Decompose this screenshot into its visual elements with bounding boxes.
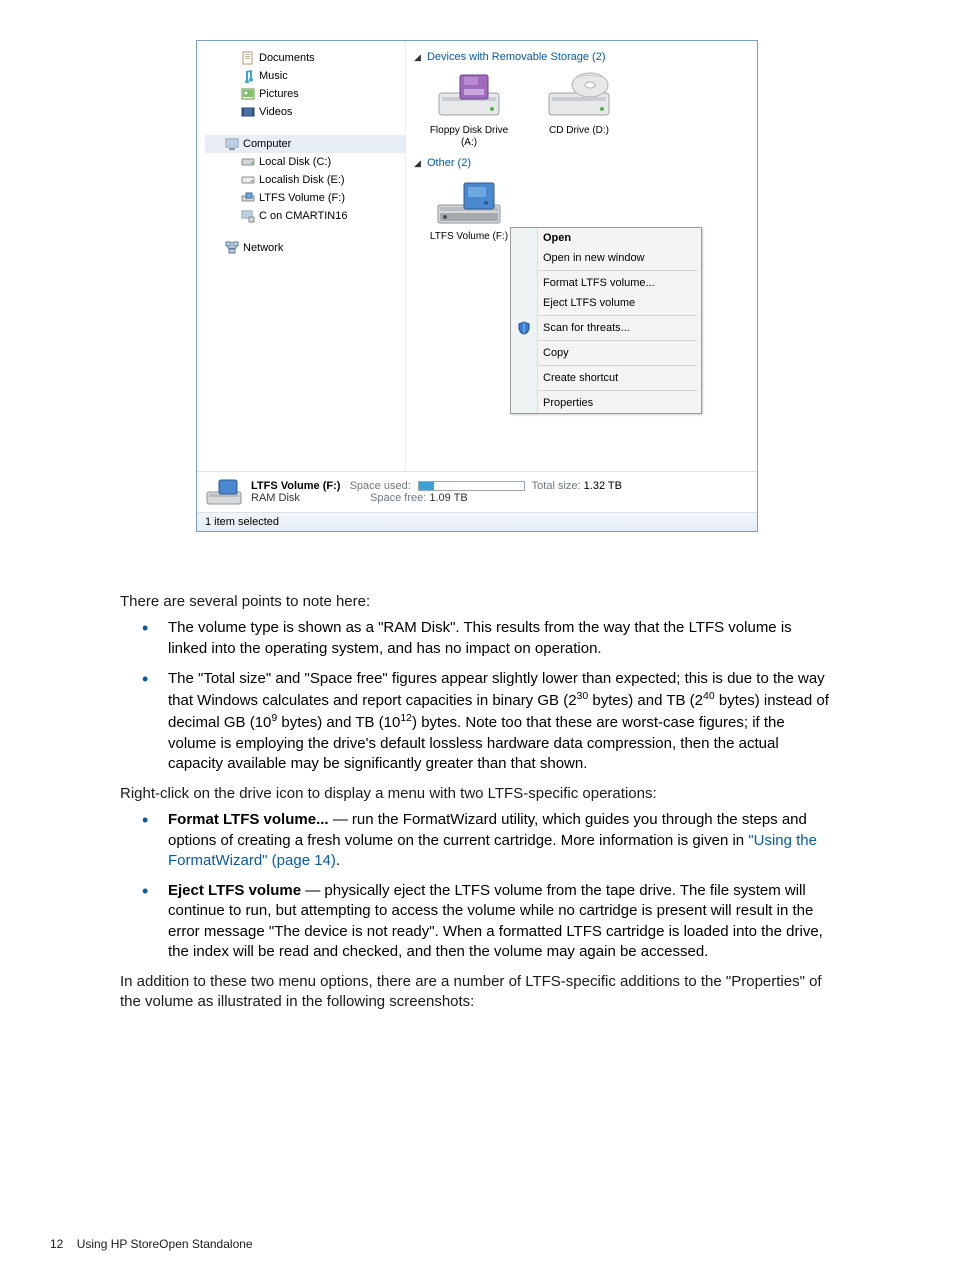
videos-icon	[241, 105, 255, 119]
bullet-format: Format LTFS volume... — run the FormatWi…	[154, 810, 834, 871]
nav-label: LTFS Volume (F:)	[259, 192, 345, 204]
nav-label: Documents	[259, 52, 315, 64]
nav-item-local-disk-c[interactable]: Local Disk (C:)	[205, 153, 405, 171]
nav-item-music[interactable]: Music	[205, 67, 405, 85]
menu-properties[interactable]: Properties	[511, 393, 701, 413]
drive-item-cd-d[interactable]: CD Drive (D:)	[534, 71, 624, 149]
group-label: Other (2)	[427, 157, 471, 169]
drive-label: LTFS Volume (F:)	[430, 231, 508, 242]
space-free-label: Space free:	[370, 492, 426, 504]
pictures-icon	[241, 87, 255, 101]
details-type: RAM Disk	[251, 492, 300, 504]
drive-item-ltfs-f[interactable]: LTFS Volume (F:)	[424, 177, 514, 243]
nav-item-ltfs-volume-f[interactable]: LTFS Volume (F:)	[205, 189, 405, 207]
nav-item-localish-disk-e[interactable]: Localish Disk (E:)	[205, 171, 405, 189]
space-used-label: Space used:	[350, 480, 411, 492]
document-icon	[241, 51, 255, 65]
collapse-icon: ◢	[414, 158, 421, 169]
tape-drive-icon	[241, 191, 255, 205]
nav-item-computer[interactable]: Computer	[205, 135, 405, 153]
ltfs-drive-icon	[205, 478, 243, 506]
nav-item-videos[interactable]: Videos	[205, 103, 405, 121]
nav-item-documents[interactable]: Documents	[205, 49, 405, 67]
page-number: 12	[50, 1237, 63, 1251]
context-menu: Open Open in new window Format LTFS volu…	[510, 227, 702, 414]
nav-label: Music	[259, 70, 288, 82]
group-other-header[interactable]: ◢ Other (2)	[414, 155, 749, 171]
floppy-drive-icon	[434, 71, 504, 121]
nav-item-pictures[interactable]: Pictures	[205, 85, 405, 103]
music-icon	[241, 69, 255, 83]
hdd-icon	[241, 173, 255, 187]
nav-label: C on CMARTIN16	[259, 210, 347, 222]
menu-copy[interactable]: Copy	[511, 343, 701, 363]
status-bar: 1 item selected	[197, 512, 757, 531]
page-footer: 12 Using HP StoreOpen Standalone	[50, 1237, 253, 1251]
shield-icon	[517, 321, 531, 335]
nav-pane: Documents Music Pictures	[197, 41, 406, 471]
paragraph-outro: In addition to these two menu options, t…	[120, 972, 834, 1013]
menu-format-ltfs[interactable]: Format LTFS volume...	[511, 273, 701, 293]
bullet-eject: Eject LTFS volume — physically eject the…	[154, 881, 834, 962]
nav-label: Network	[243, 242, 283, 254]
details-name: LTFS Volume (F:)	[251, 480, 340, 492]
nav-item-network[interactable]: Network	[205, 239, 405, 257]
footer-title: Using HP StoreOpen Standalone	[77, 1237, 253, 1251]
total-size-label: Total size:	[532, 480, 581, 492]
bullet-ram-disk: The volume type is shown as a "RAM Disk"…	[154, 618, 834, 659]
menu-scan-threats[interactable]: Scan for threats...	[511, 318, 701, 338]
details-pane: LTFS Volume (F:) Space used: Total size:…	[197, 471, 757, 512]
collapse-icon: ◢	[414, 52, 421, 63]
nav-label: Pictures	[259, 88, 299, 100]
computer-icon	[225, 137, 239, 151]
space-free-value: 1.09 TB	[429, 492, 467, 504]
bullet-size-note: The "Total size" and "Space free" figure…	[154, 669, 834, 774]
group-label: Devices with Removable Storage (2)	[427, 51, 606, 63]
network-drive-icon	[241, 209, 255, 223]
network-icon	[225, 241, 239, 255]
paragraph-intro: There are several points to note here:	[120, 592, 834, 612]
paragraph-right-click: Right-click on the drive icon to display…	[120, 784, 834, 804]
menu-open[interactable]: Open	[511, 228, 701, 248]
menu-open-new-window[interactable]: Open in new window	[511, 248, 701, 268]
explorer-window: Documents Music Pictures	[196, 40, 758, 532]
nav-item-c-on-cmartin16[interactable]: C on CMARTIN16	[205, 207, 405, 225]
group-removable-header[interactable]: ◢ Devices with Removable Storage (2)	[414, 49, 749, 65]
menu-create-shortcut[interactable]: Create shortcut	[511, 368, 701, 388]
space-usage-bar	[418, 481, 525, 491]
ltfs-drive-icon	[434, 177, 504, 227]
nav-label: Local Disk (C:)	[259, 156, 331, 168]
total-size-value: 1.32 TB	[584, 480, 622, 492]
drive-item-floppy-a[interactable]: Floppy Disk Drive (A:)	[424, 71, 514, 149]
nav-label: Videos	[259, 106, 292, 118]
drive-label: CD Drive (D:)	[549, 125, 609, 136]
cd-drive-icon	[544, 71, 614, 121]
menu-eject-ltfs[interactable]: Eject LTFS volume	[511, 293, 701, 313]
nav-label: Computer	[243, 138, 291, 150]
drive-label: Floppy Disk Drive (A:)	[430, 125, 508, 148]
nav-label: Localish Disk (E:)	[259, 174, 345, 186]
hdd-icon	[241, 155, 255, 169]
main-view: ◢ Devices with Removable Storage (2) Flo…	[406, 41, 757, 471]
